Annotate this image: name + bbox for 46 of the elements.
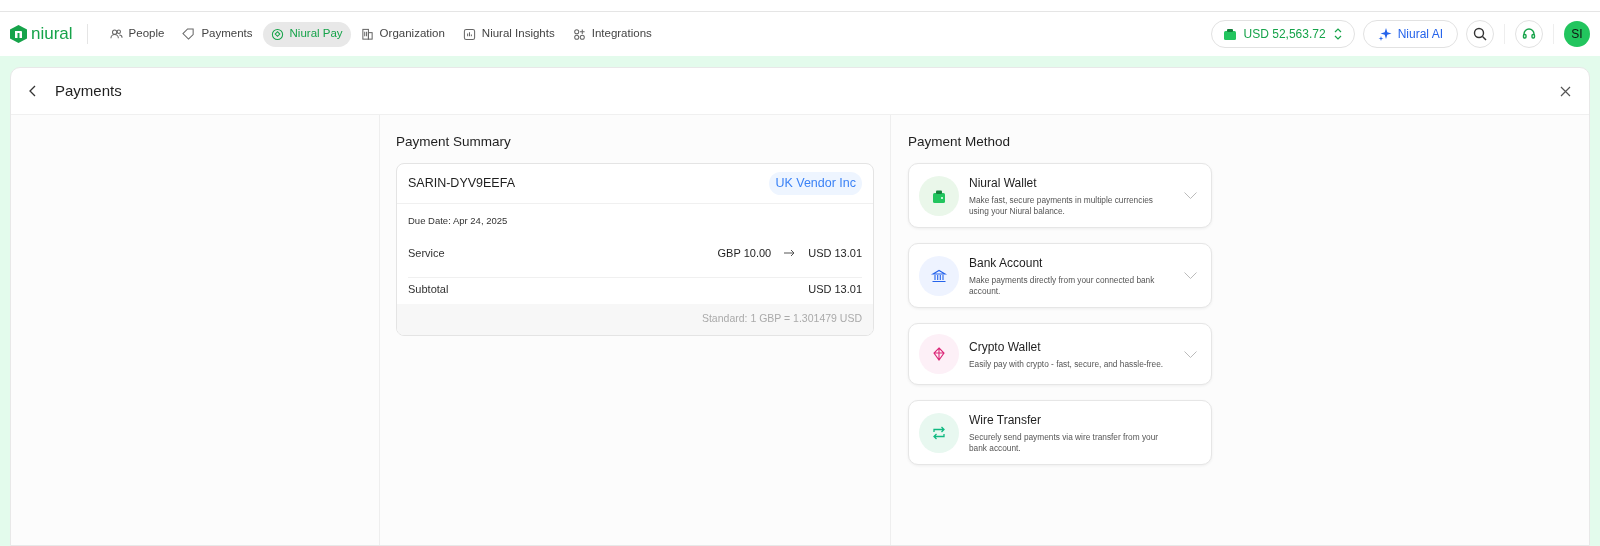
close-icon[interactable] [1560, 85, 1571, 97]
vendor-tag: UK Vendor Inc [769, 172, 862, 196]
amount: USD 13.01 [808, 282, 862, 298]
line-label: Service [408, 245, 445, 261]
method-description: Securely send payments via wire transfer from your bank account. [969, 432, 1160, 455]
nav-tab[interactable]: Niural Insights [454, 21, 563, 47]
line-label: Subtotal [408, 282, 449, 298]
nav-tab[interactable]: Integrations [564, 21, 660, 47]
chart-icon [462, 27, 476, 41]
section-heading: Payment Summary [396, 133, 512, 151]
nav-tab[interactable]: People [101, 21, 173, 47]
source-amount: GBP 10.00 [717, 245, 772, 261]
nav-tab[interactable]: Organization [352, 21, 453, 47]
sort-icon [1333, 27, 1342, 41]
amount: USD 13.01 [808, 245, 862, 261]
method-title: Wire Transfer [969, 412, 1042, 430]
wallet-icon [1223, 28, 1236, 40]
payment-method-card[interactable]: Wire Transfer Securely send payments via wire transfer from your bank account. [908, 400, 1212, 466]
headset-icon [1522, 27, 1536, 41]
sparkle-icon [1377, 27, 1392, 41]
shield-icon [270, 27, 284, 41]
invoice-reference: SARIN-DYV9EEFA [408, 175, 515, 193]
payment-method-card[interactable]: Niural Wallet Make fast, secure payments in multiple currencies using your Niural balance. [908, 163, 1212, 229]
due-date: Due Date: Apr 24, 2025 [408, 214, 509, 229]
section-heading: Payment Method [908, 133, 1012, 151]
people-icon [109, 27, 123, 41]
building-icon [360, 27, 374, 41]
method-title: Niural Wallet [969, 175, 1038, 193]
tag-icon [182, 27, 196, 41]
back-icon[interactable] [29, 85, 37, 97]
apps-icon [572, 27, 586, 41]
logo-icon [10, 25, 27, 43]
search-icon [1473, 27, 1487, 41]
brand-name: niural [31, 23, 73, 46]
method-title: Bank Account [969, 255, 1044, 273]
arrow-icon [784, 249, 796, 257]
page-title: Payments [55, 80, 122, 101]
method-description: Make fast, secure payments in multiple currencies using your Niural balance. [969, 195, 1154, 218]
nav-tab[interactable]: Payments [174, 21, 261, 47]
method-description: Make payments directly from your connected bank account. [969, 275, 1156, 298]
method-title: Crypto Wallet [969, 339, 1042, 357]
user-avatar[interactable]: SI [1564, 21, 1590, 47]
payment-method-card[interactable]: Crypto Wallet Easily pay with crypto - fast, secure, and hassle-free. [908, 323, 1212, 386]
payment-method-card[interactable]: Bank Account Make payments directly from your connected bank account. [908, 243, 1212, 309]
exchange-rate: Standard: 1 GBP = 1.301479 USD [397, 303, 873, 335]
method-description: Easily pay with crypto - fast, secure, and hassle-free. [969, 359, 1165, 371]
